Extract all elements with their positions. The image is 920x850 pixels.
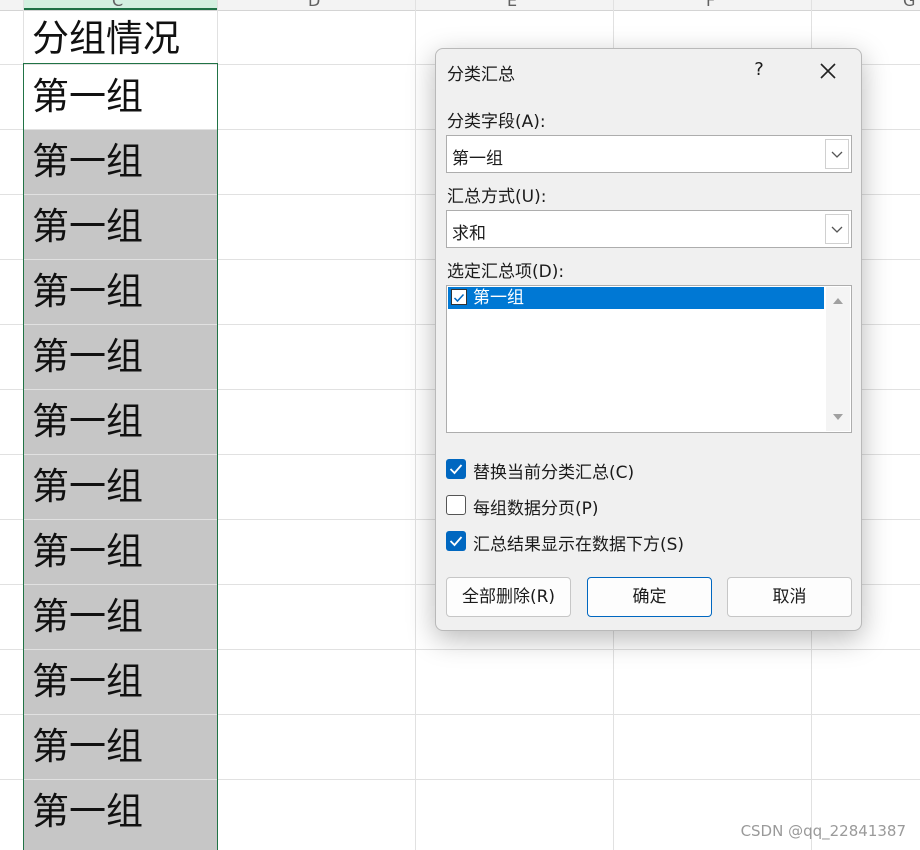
chevron-down-icon — [831, 226, 843, 233]
ok-button[interactable]: 确定 — [587, 577, 712, 617]
checkmark-icon — [449, 536, 463, 547]
data-cell[interactable]: 第一组 — [24, 455, 217, 519]
checkmark-icon — [449, 464, 463, 475]
remove-all-button[interactable]: 全部删除(R) — [446, 577, 571, 617]
field-select-value: 第一组 — [452, 149, 503, 169]
dialog-titlebar[interactable]: 分类汇总 ? — [436, 49, 861, 95]
replace-current-label[interactable]: 替换当前分类汇总(C) — [473, 458, 634, 483]
data-cell[interactable]: 第一组 — [24, 65, 217, 129]
column-letter-d[interactable]: D — [308, 0, 320, 10]
list-item[interactable]: 第一组 — [448, 287, 824, 309]
header-cell[interactable]: 分组情况 — [24, 10, 217, 64]
close-button[interactable] — [814, 57, 842, 85]
data-cell[interactable]: 第一组 — [24, 520, 217, 584]
listbox-scrollbar[interactable] — [826, 287, 850, 431]
data-cell[interactable]: 第一组 — [24, 130, 217, 194]
data-cell[interactable]: 第一组 — [24, 650, 217, 714]
page-break-label[interactable]: 每组数据分页(P) — [473, 494, 599, 519]
column-letter-c[interactable]: C — [112, 0, 123, 10]
subtotal-dialog: 分类汇总 ? 分类字段(A): 第一组 汇总方式(U): 求和 选定汇总项(D)… — [435, 48, 862, 631]
field-dropdown-button[interactable] — [825, 139, 849, 169]
data-cell[interactable]: 第一组 — [24, 195, 217, 259]
data-cell[interactable]: 第一组 — [24, 780, 217, 850]
method-label: 汇总方式(U): — [447, 187, 547, 207]
page-break-checkbox[interactable] — [446, 495, 466, 515]
data-cell[interactable]: 第一组 — [24, 390, 217, 454]
scroll-down-icon[interactable] — [826, 407, 850, 427]
summary-below-label[interactable]: 汇总结果显示在数据下方(S) — [473, 530, 684, 555]
field-label: 分类字段(A): — [447, 112, 546, 132]
watermark: CSDN @qq_22841387 — [740, 822, 906, 840]
items-label: 选定汇总项(D): — [447, 262, 565, 282]
chevron-down-icon — [831, 151, 843, 158]
column-letter-e[interactable]: E — [507, 0, 517, 10]
grid-line — [415, 0, 416, 850]
grid-line — [217, 0, 218, 850]
item-label: 第一组 — [473, 288, 524, 308]
cancel-button[interactable]: 取消 — [727, 577, 852, 617]
close-icon — [820, 63, 836, 79]
replace-current-checkbox[interactable] — [446, 459, 466, 479]
column-letter-f[interactable]: F — [706, 0, 715, 10]
data-cell[interactable]: 第一组 — [24, 260, 217, 324]
method-dropdown-button[interactable] — [825, 214, 849, 244]
scroll-up-icon[interactable] — [826, 291, 850, 311]
data-cell[interactable]: 第一组 — [24, 715, 217, 779]
data-cell[interactable]: 第一组 — [24, 325, 217, 389]
method-select-value: 求和 — [452, 224, 486, 244]
field-select[interactable]: 第一组 — [446, 135, 852, 173]
column-letter-g[interactable]: G — [903, 0, 915, 10]
help-button[interactable]: ? — [748, 59, 770, 80]
items-listbox[interactable]: 第一组 — [446, 285, 852, 433]
checkmark-icon — [453, 293, 465, 303]
item-checkbox[interactable] — [451, 289, 467, 305]
data-cell[interactable]: 第一组 — [24, 585, 217, 649]
summary-below-checkbox[interactable] — [446, 531, 466, 551]
dialog-title: 分类汇总 — [447, 65, 515, 85]
method-select[interactable]: 求和 — [446, 210, 852, 248]
